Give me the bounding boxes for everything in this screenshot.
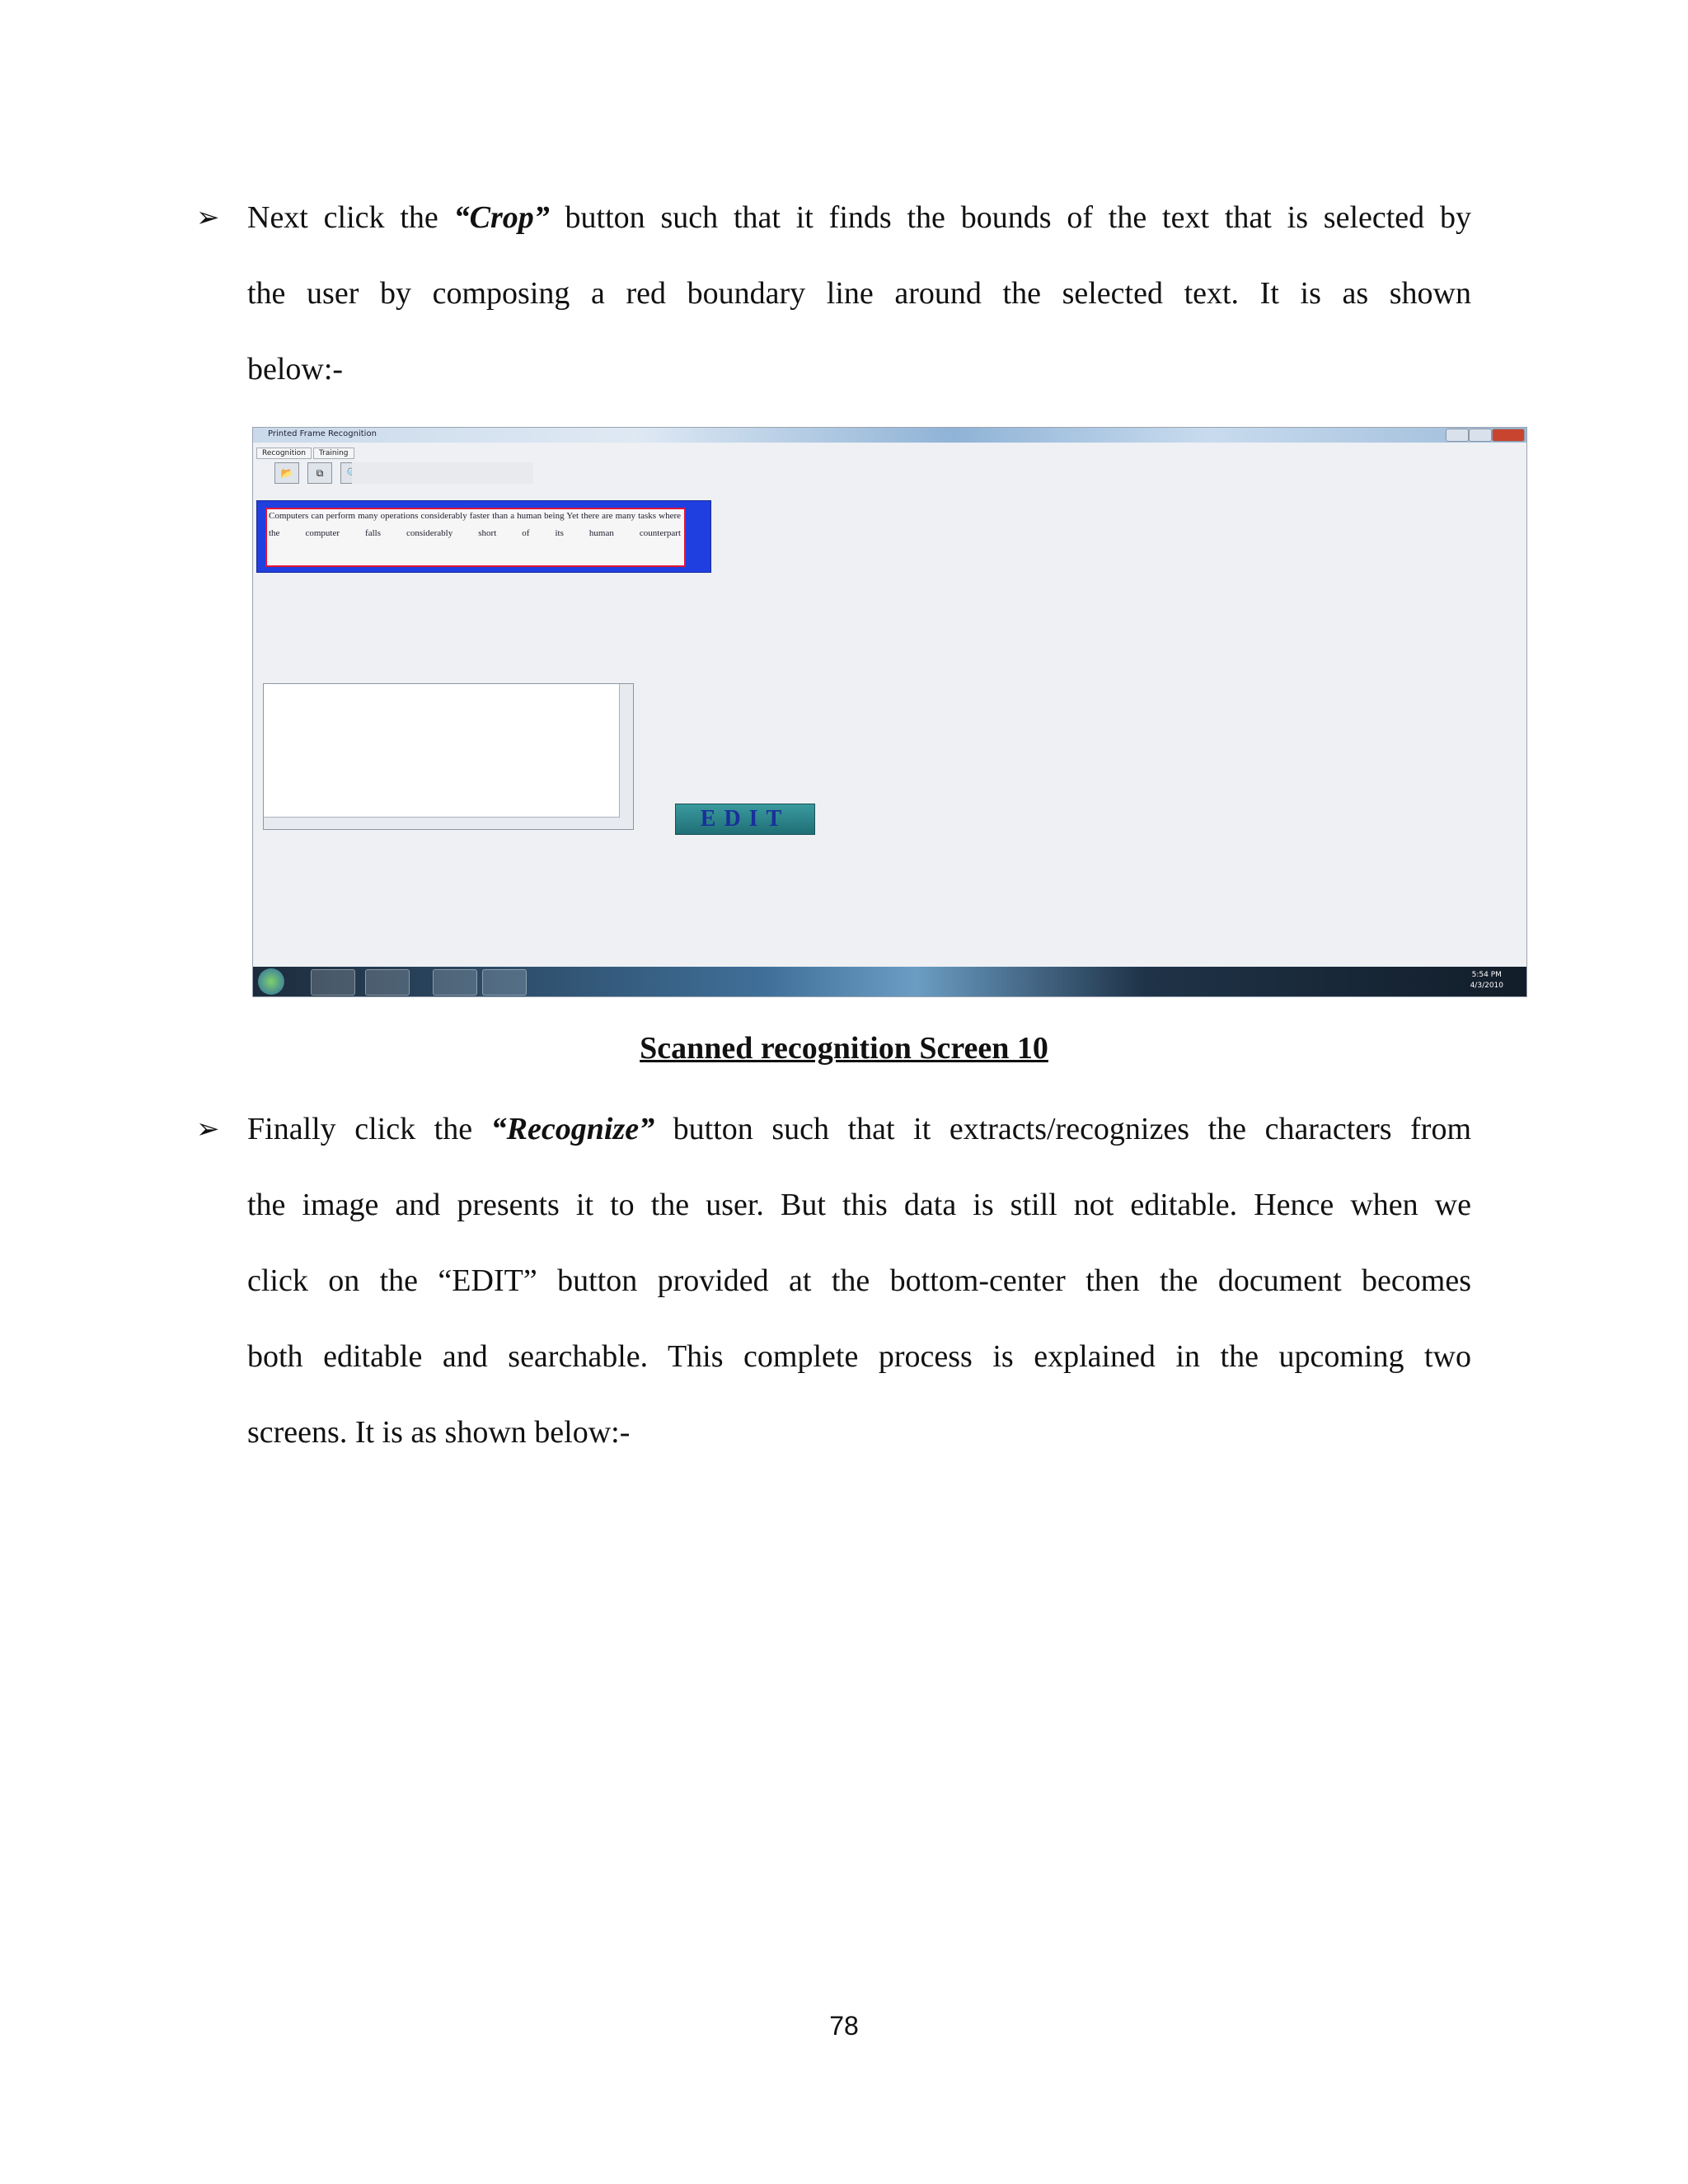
open-folder-button[interactable]: 📂	[274, 462, 299, 484]
paragraph-line: Finally click the “Recognize” button suc…	[247, 1112, 1471, 1146]
selected-text-image: Computers can perform many operations co…	[269, 511, 681, 538]
paragraph-line: the user by composing a red boundary lin…	[247, 276, 1471, 311]
close-button[interactable]	[1492, 429, 1525, 442]
paragraph-crop: ➢ Next click the “Crop” button such that…	[196, 180, 1471, 407]
window-titlebar: Printed Frame Recognition	[253, 428, 1526, 443]
edit-button[interactable]: EDIT	[675, 804, 815, 835]
paragraph-line: screens. It is as shown below:-	[247, 1415, 631, 1450]
paragraph-line: both editable and searchable. This compl…	[247, 1339, 1471, 1374]
paragraph-recognize: ➢ Finally click the “Recognize” button s…	[196, 1091, 1471, 1470]
horizontal-scrollbar[interactable]	[264, 817, 620, 829]
page-number: 78	[829, 2011, 859, 2041]
windows-taskbar: 5:54 PM 4/3/2010	[253, 967, 1526, 996]
clock-date: 4/3/2010	[1470, 982, 1503, 990]
paragraph-line: the image and presents it to the user. B…	[247, 1188, 1471, 1222]
vertical-scrollbar[interactable]	[619, 684, 633, 829]
loaded-image-panel[interactable]: Computers can perform many operations co…	[256, 500, 711, 573]
tab-recognition[interactable]: Recognition	[256, 448, 312, 459]
tab-strip: Recognition Training	[256, 444, 356, 459]
figure-caption: Scanned recognition Screen 10	[640, 1031, 1048, 1066]
bullet-arrow-icon: ➢	[196, 201, 220, 234]
crop-emphasis: “Crop”	[453, 200, 550, 235]
clock-time: 5:54 PM	[1471, 971, 1502, 979]
crop-button[interactable]: ⧉	[307, 462, 332, 484]
recognize-emphasis: “Recognize”	[490, 1112, 655, 1146]
paragraph-line: click on the “EDIT” button provided at t…	[247, 1263, 1471, 1298]
minimize-button[interactable]	[1446, 429, 1469, 442]
maximize-button[interactable]	[1469, 429, 1492, 442]
start-button[interactable]	[258, 968, 284, 995]
taskbar-app-icon[interactable]	[433, 969, 477, 996]
taskbar-window-icon[interactable]	[482, 969, 527, 996]
output-text-area[interactable]	[263, 683, 634, 830]
paragraph-line: below:-	[247, 352, 344, 387]
toolbar-strip	[352, 462, 533, 484]
application-screenshot: Printed Frame Recognition Recognition Tra…	[252, 427, 1527, 997]
window-title: Printed Frame Recognition	[268, 429, 377, 438]
tab-training[interactable]: Training	[313, 448, 354, 459]
taskbar-cmd-icon[interactable]	[365, 969, 410, 996]
bullet-arrow-icon: ➢	[196, 1113, 220, 1146]
paragraph-line: Next click the “Crop” button such that i…	[247, 200, 1471, 235]
taskbar-clock[interactable]: 5:54 PM 4/3/2010	[1470, 970, 1503, 991]
taskbar-explorer-icon[interactable]	[311, 969, 355, 996]
